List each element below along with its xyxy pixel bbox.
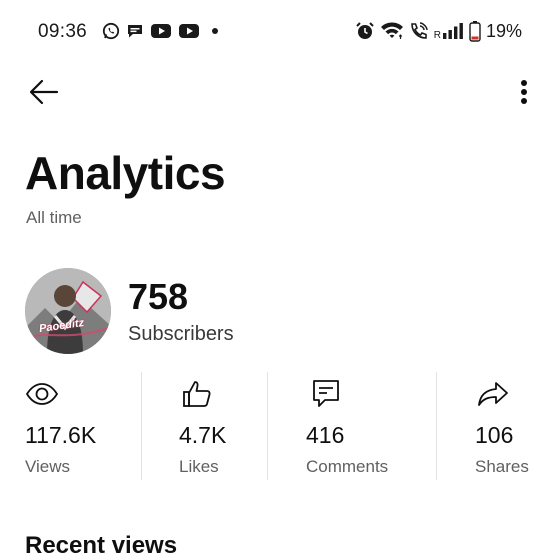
views-value: 117.6K [25,422,97,448]
alarm-icon [355,21,375,41]
roaming-indicator: R [433,29,441,41]
stat-comments[interactable]: 416 Comments [268,372,436,480]
wifi-call-icon [409,21,429,41]
comment-icon [312,376,348,412]
date-range-label: All time [26,208,82,227]
status-bar: 09:36 R 19% [0,0,560,64]
page-title: Analytics [25,147,226,199]
thumbs-up-icon [182,376,218,412]
stats-row: 117.6K Views 4.7K Likes 416 Comments 106… [0,372,560,480]
whatsapp-icon [102,22,120,40]
back-button[interactable] [26,76,62,112]
stat-likes[interactable]: 4.7K Likes [142,372,267,480]
comments-label: Comments [306,457,389,476]
signal-icon: R [434,22,464,41]
youtube-icon [150,22,172,40]
views-label: Views [25,457,71,476]
battery-percent: 19% [485,20,522,41]
share-icon [477,376,513,412]
youtube-icon [178,22,200,40]
notification-icons [102,22,218,40]
eye-icon [25,376,61,412]
subscriber-label: Subscribers [128,323,234,345]
wifi-icon [380,21,404,41]
recent-views-heading: Recent views [25,532,178,559]
channel-avatar[interactable]: Paoeditz [25,268,111,354]
more-notifications-dot [212,28,218,34]
shares-value: 106 [475,422,514,448]
more-vert-icon [520,79,528,110]
chat-icon [126,22,144,40]
status-time: 09:36 [38,21,88,42]
stat-shares[interactable]: 106 Shares [437,372,560,480]
battery-icon [469,20,481,42]
arrow-left-icon [29,79,59,110]
shares-label: Shares [475,457,529,476]
comments-value: 416 [306,422,345,448]
likes-label: Likes [179,457,219,476]
likes-value: 4.7K [179,422,227,448]
system-icons: R 19% [355,20,522,42]
stat-views[interactable]: 117.6K Views [0,372,141,480]
more-options-button[interactable] [512,76,536,112]
subscriber-count: 758 [128,276,189,317]
